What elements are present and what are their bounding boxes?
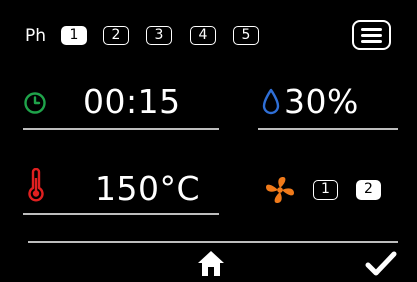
phase-button-4[interactable]: 4 xyxy=(190,26,216,45)
thermometer-icon xyxy=(28,168,44,202)
water-drop-icon xyxy=(262,88,280,115)
humidity-value: 30% xyxy=(284,82,359,121)
home-icon xyxy=(198,251,224,276)
temperature-underline xyxy=(23,213,219,215)
humidity-underline xyxy=(258,128,398,130)
fan-speed-button-2[interactable]: 2 xyxy=(356,180,381,200)
timer-value: 00:15 xyxy=(83,82,181,121)
menu-button[interactable] xyxy=(352,20,391,50)
timer-underline xyxy=(23,128,219,130)
phase-label: Ph xyxy=(25,26,47,46)
temperature-value: 150°C xyxy=(95,169,201,208)
phase-button-1[interactable]: 1 xyxy=(61,26,87,45)
checkmark-icon xyxy=(365,251,397,276)
phase-button-2[interactable]: 2 xyxy=(103,26,129,45)
oven-control-screen: Ph 1 2 3 4 5 00:15 30% 150°C 1 2 xyxy=(0,0,417,280)
clock-icon xyxy=(24,92,46,114)
bottom-divider xyxy=(28,241,398,243)
fan-icon xyxy=(266,177,294,203)
phase-button-3[interactable]: 3 xyxy=(146,26,172,45)
home-button[interactable] xyxy=(196,248,226,278)
phase-button-5[interactable]: 5 xyxy=(233,26,259,45)
fan-speed-button-1[interactable]: 1 xyxy=(313,180,338,200)
confirm-button[interactable] xyxy=(365,250,397,278)
